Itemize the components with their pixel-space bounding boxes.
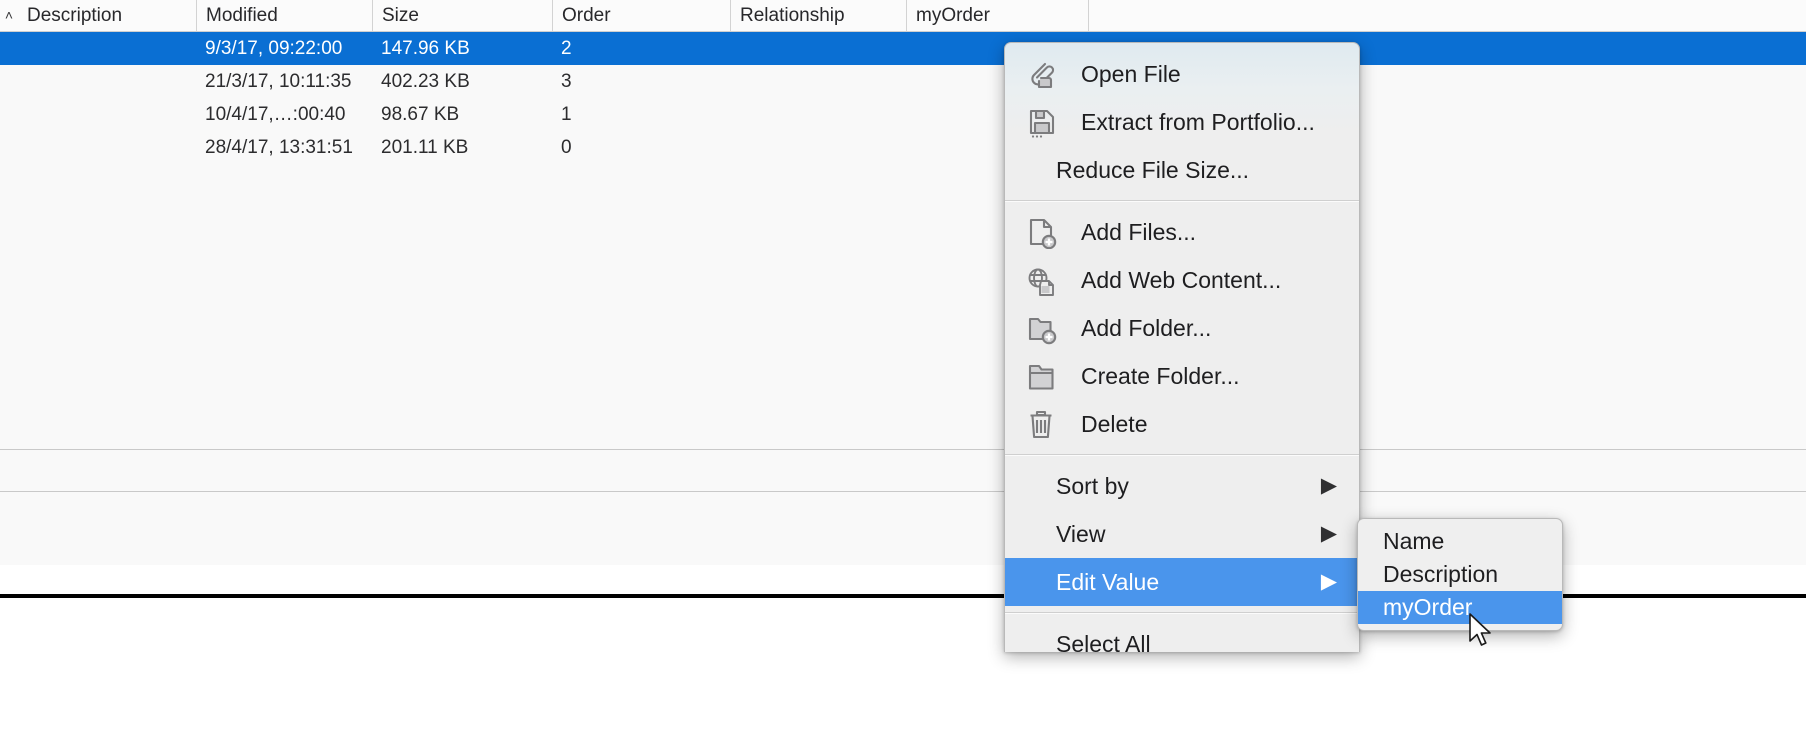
paperclip-file-icon (1021, 59, 1065, 91)
sort-ascending-icon[interactable]: ˄ (0, 0, 18, 31)
folder-plus-icon (1021, 313, 1065, 345)
column-header-order[interactable]: Order (552, 0, 730, 31)
cell-order: 0 (561, 137, 572, 158)
cell-modified: 10/4/17,…:00:40 (205, 104, 346, 125)
file-list-table[interactable]: ˄ Description Modified Size Order Relati… (0, 0, 1806, 750)
menu-item-label: View (1056, 521, 1106, 547)
trash-icon (1021, 409, 1065, 441)
floppy-disk-icon (1021, 107, 1065, 139)
column-header-description[interactable]: Description (18, 0, 196, 31)
list-section-b[interactable] (0, 450, 1806, 491)
cell-description (18, 98, 196, 131)
submenu-item-label: Name (1383, 528, 1445, 554)
menu-item-select-all[interactable]: Select All (1005, 620, 1359, 652)
cell-size: 98.67 KB (381, 104, 460, 125)
cell-size: 147.96 KB (381, 38, 470, 59)
submenu-item-description[interactable]: Description (1358, 558, 1562, 591)
menu-item-label: Edit Value (1056, 569, 1160, 595)
submenu-item-label: myOrder (1383, 594, 1473, 620)
chevron-right-icon: ▶ (1320, 474, 1337, 497)
submenu-item-name[interactable]: Name (1358, 525, 1562, 558)
menu-item-label: Open File (1081, 61, 1181, 87)
column-header-myorder[interactable]: myOrder (906, 0, 1088, 31)
chevron-right-icon: ▶ (1320, 570, 1337, 593)
cell-relationship (730, 131, 906, 164)
menu-item-create-folder[interactable]: Create Folder... (1005, 352, 1359, 400)
document-plus-icon (1021, 217, 1065, 249)
edit-value-submenu[interactable]: Name Description myOrder (1357, 518, 1563, 631)
table-row[interactable]: 21/3/17, 10:11:35 402.23 KB 3 (0, 65, 1806, 98)
menu-item-label: Delete (1081, 411, 1148, 437)
cell-description (18, 32, 196, 65)
menu-item-delete[interactable]: Delete (1005, 400, 1359, 448)
cell-order: 1 (561, 104, 572, 125)
cell-relationship (730, 32, 906, 65)
menu-separator (1005, 612, 1359, 614)
cell-modified: 21/3/17, 10:11:35 (205, 71, 352, 92)
table-row[interactable]: 28/4/17, 13:31:51 201.11 KB 0 (0, 131, 1806, 164)
cell-relationship (730, 98, 906, 131)
cell-size: 201.11 KB (381, 137, 469, 158)
cell-description (18, 65, 196, 98)
globe-document-icon (1021, 265, 1065, 297)
column-header-empty[interactable] (1088, 0, 1806, 31)
cell-modified: 28/4/17, 13:31:51 (205, 137, 353, 158)
menu-item-label: Select All (1056, 631, 1151, 652)
empty-list-area[interactable] (0, 164, 1806, 449)
table-body: 9/3/17, 09:22:00 147.96 KB 2 21/3/17, 10… (0, 32, 1806, 164)
chevron-right-icon: ▶ (1320, 522, 1337, 545)
menu-item-label: Add Folder... (1081, 315, 1212, 341)
menu-item-label: Reduce File Size... (1056, 157, 1250, 183)
column-header-size[interactable]: Size (372, 0, 552, 31)
column-header-relationship[interactable]: Relationship (730, 0, 906, 31)
menu-item-view[interactable]: View ▶ (1005, 510, 1359, 558)
menu-separator (1005, 454, 1359, 456)
menu-item-label: Create Folder... (1081, 363, 1240, 389)
cell-modified: 9/3/17, 09:22:00 (205, 38, 343, 59)
context-menu[interactable]: Open File Extract from Portfolio... Redu… (1004, 42, 1360, 652)
submenu-item-label: Description (1383, 561, 1499, 587)
cell-order: 2 (561, 38, 572, 59)
menu-item-sort-by[interactable]: Sort by ▶ (1005, 462, 1359, 510)
menu-item-reduce-file-size[interactable]: Reduce File Size... (1005, 146, 1359, 194)
menu-item-label: Add Files... (1081, 219, 1197, 245)
menu-item-open-file[interactable]: Open File (1005, 50, 1359, 98)
folder-icon (1021, 361, 1065, 393)
menu-item-add-folder[interactable]: Add Folder... (1005, 304, 1359, 352)
cell-relationship (730, 65, 906, 98)
table-header-row: ˄ Description Modified Size Order Relati… (0, 0, 1806, 32)
menu-item-label: Extract from Portfolio... (1081, 109, 1315, 135)
table-row[interactable]: 9/3/17, 09:22:00 147.96 KB 2 (0, 32, 1806, 65)
menu-item-extract-from-portfolio[interactable]: Extract from Portfolio... (1005, 98, 1359, 146)
menu-separator (1005, 200, 1359, 202)
column-header-modified[interactable]: Modified (196, 0, 372, 31)
menu-item-add-files[interactable]: Add Files... (1005, 208, 1359, 256)
menu-item-edit-value[interactable]: Edit Value ▶ (1005, 558, 1359, 606)
table-row[interactable]: 10/4/17,…:00:40 98.67 KB 1 (0, 98, 1806, 131)
cell-order: 3 (561, 71, 572, 92)
menu-item-label: Add Web Content... (1081, 267, 1282, 293)
submenu-item-myorder[interactable]: myOrder (1358, 591, 1562, 624)
menu-item-label: Sort by (1056, 473, 1129, 499)
cell-description (18, 131, 196, 164)
cell-size: 402.23 KB (381, 71, 470, 92)
menu-item-add-web-content[interactable]: Add Web Content... (1005, 256, 1359, 304)
